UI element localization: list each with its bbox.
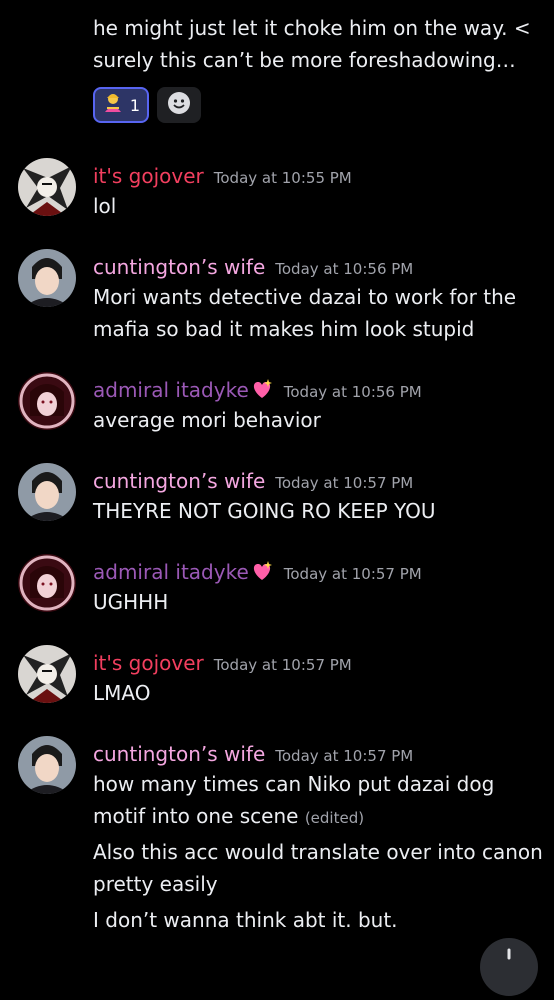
message-text: Also this acc would translate over into … xyxy=(93,840,543,896)
message-header: it's gojover Today at 10:55 PM xyxy=(93,164,352,188)
reaction-count: 1 xyxy=(129,95,141,115)
message-text: lol xyxy=(93,194,117,218)
avatar[interactable] xyxy=(18,463,76,521)
add-reaction-button[interactable] xyxy=(157,87,201,123)
edited-label: (edited) xyxy=(304,809,365,827)
timestamp: Today at 10:57 PM xyxy=(213,656,352,674)
author-name[interactable]: cuntington’s wife xyxy=(93,469,265,493)
author-name[interactable]: it's gojover xyxy=(93,651,204,675)
avatar[interactable] xyxy=(18,372,76,430)
message-header: admiral itadyke Today at 10:57 PM xyxy=(93,560,422,586)
message-text: Mori wants detective dazai to work for t… xyxy=(93,285,517,341)
smile-icon xyxy=(167,91,191,119)
author-name[interactable]: cuntington’s wife xyxy=(93,255,265,279)
author-name[interactable]: cuntington’s wife xyxy=(93,742,265,766)
author-name[interactable]: admiral itadyke xyxy=(93,560,249,584)
chevron-down-icon xyxy=(507,948,511,960)
scroll-down-button[interactable] xyxy=(480,938,538,996)
message-text: LMAO xyxy=(93,681,151,705)
message-text: how many times can Niko put dazai dog mo… xyxy=(93,772,495,828)
person-gesturing-no-icon xyxy=(102,92,124,118)
timestamp: Today at 10:57 PM xyxy=(283,565,422,583)
sparkling-heart-icon xyxy=(250,560,274,586)
timestamp: Today at 10:56 PM xyxy=(283,383,422,401)
timestamp: Today at 10:57 PM xyxy=(275,474,414,492)
message-header: cuntington’s wife Today at 10:57 PM xyxy=(93,742,413,766)
author-name[interactable]: it's gojover xyxy=(93,164,204,188)
avatar[interactable] xyxy=(18,736,76,794)
message-header: cuntington’s wife Today at 10:57 PM xyxy=(93,469,413,493)
timestamp: Today at 10:55 PM xyxy=(213,169,352,187)
message-text: THEYRE NOT GOING RO KEEP YOU xyxy=(93,499,436,523)
message-header: cuntington’s wife Today at 10:56 PM xyxy=(93,255,413,279)
message-text: I don’t wanna think abt it. but. xyxy=(93,908,398,932)
reaction-button[interactable]: 1 xyxy=(93,87,149,123)
message-header: admiral itadyke Today at 10:56 PM xyxy=(93,378,422,404)
message-text: UGHHH xyxy=(93,590,169,614)
timestamp: Today at 10:56 PM xyxy=(275,260,414,278)
author-name[interactable]: admiral itadyke xyxy=(93,378,249,402)
avatar[interactable] xyxy=(18,158,76,216)
avatar[interactable] xyxy=(18,249,76,307)
avatar[interactable] xyxy=(18,554,76,612)
sparkling-heart-icon xyxy=(250,378,274,404)
avatar[interactable] xyxy=(18,645,76,703)
message-header: it's gojover Today at 10:57 PM xyxy=(93,651,352,675)
message-text: he might just let it choke him on the wa… xyxy=(93,16,531,72)
timestamp: Today at 10:57 PM xyxy=(275,747,414,765)
message-text: average mori behavior xyxy=(93,408,321,432)
